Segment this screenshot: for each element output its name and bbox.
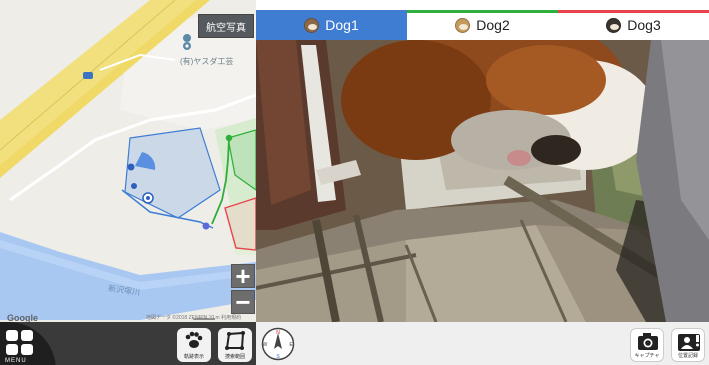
aerial-photo-button[interactable]: 航空写真 (198, 14, 254, 38)
google-logo: Google (7, 313, 38, 322)
paw-icon (185, 331, 203, 348)
menu-label: MENU (5, 358, 27, 364)
app-root: 航空写真 (有)ヤスダ工芸 新沢塚川 + − Google 地図データ ©201… (0, 0, 709, 365)
location-record-button[interactable]: 位置記録 (671, 328, 705, 362)
tab-dog1[interactable]: Dog1 (256, 10, 407, 40)
map-canvas (0, 0, 256, 322)
tab-color-bar (407, 10, 558, 13)
dog-tabs: Dog1 Dog2 Dog3 (256, 10, 709, 40)
compass-icon[interactable]: N S W E (261, 327, 295, 361)
search-range-label: 捜索範囲 (224, 354, 245, 360)
tab-color-bar (256, 10, 407, 13)
tab-dog2[interactable]: Dog2 (407, 10, 558, 40)
camera-frame-image (256, 40, 709, 322)
map-panel[interactable]: 航空写真 (有)ヤスダ工芸 新沢塚川 + − Google 地図データ ©201… (0, 0, 256, 322)
capture-label: キャプチャ (634, 353, 660, 359)
camera-video-feed[interactable] (256, 40, 709, 322)
svg-text:N: N (276, 330, 280, 336)
tab-label: Dog1 (325, 17, 359, 33)
zoom-in-button[interactable]: + (231, 263, 255, 289)
zoom-out-button[interactable]: − (231, 289, 255, 315)
search-range-button[interactable]: 捜索範囲 (218, 328, 252, 362)
menu-grid-icon (6, 330, 34, 356)
map-attribution[interactable]: 地図データ ©2018 ZENRIN 10 m 利用規約 (146, 314, 241, 321)
tab-label: Dog3 (627, 17, 661, 33)
location-record-label: 位置記録 (677, 353, 698, 359)
dog2-avatar (455, 17, 471, 33)
tab-dog3[interactable]: Dog3 (558, 10, 709, 40)
dog3-avatar (606, 17, 622, 33)
tab-label: Dog2 (476, 17, 510, 33)
track-display-button[interactable]: 軌跡表示 (177, 328, 211, 362)
tab-color-bar (558, 10, 709, 13)
range-polygon-icon (225, 331, 245, 350)
svg-text:W: W (263, 342, 268, 348)
dog1-avatar (304, 17, 320, 33)
capture-button[interactable]: キャプチャ (630, 328, 664, 362)
poi-label: (有)ヤスダ工芸 (180, 57, 234, 66)
track-display-label: 軌跡表示 (183, 354, 204, 360)
